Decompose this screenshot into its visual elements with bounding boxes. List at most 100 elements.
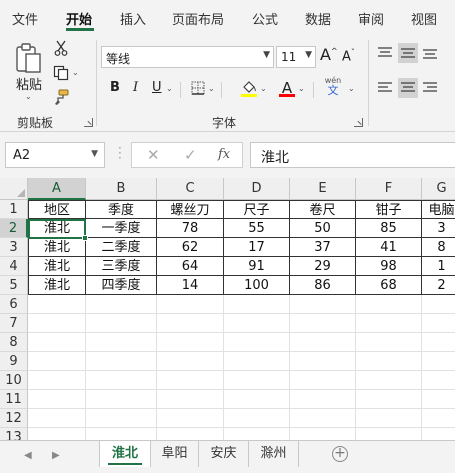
table-header-cell[interactable]: 地区 bbox=[28, 200, 86, 219]
empty-cell[interactable] bbox=[28, 352, 86, 371]
table-cell[interactable]: 8 bbox=[422, 238, 455, 257]
empty-cell[interactable] bbox=[290, 333, 356, 352]
empty-cell[interactable] bbox=[290, 295, 356, 314]
sheet-scroll-left-icon[interactable]: ◀ bbox=[24, 450, 32, 461]
cancel-icon[interactable]: ✕ bbox=[147, 146, 160, 164]
sheet-tab-fuyang[interactable]: 阜阳 bbox=[151, 441, 199, 467]
clipboard-launcher-icon[interactable] bbox=[84, 118, 93, 127]
fill-color-dropdown-icon[interactable]: ⌄ bbox=[260, 84, 267, 93]
tab-insert[interactable]: 插入 bbox=[120, 9, 146, 28]
empty-cell[interactable] bbox=[28, 333, 86, 352]
table-cell[interactable]: 四季度 bbox=[86, 276, 157, 295]
empty-cell[interactable] bbox=[28, 371, 86, 390]
font-name-select[interactable]: 等线 ▼ bbox=[101, 46, 274, 68]
column-header-a[interactable]: A bbox=[28, 178, 86, 200]
empty-cell[interactable] bbox=[356, 371, 422, 390]
empty-cell[interactable] bbox=[356, 314, 422, 333]
table-cell[interactable]: 91 bbox=[224, 257, 290, 276]
empty-cell[interactable] bbox=[422, 390, 455, 409]
bold-button[interactable]: B bbox=[110, 80, 120, 95]
empty-cell[interactable] bbox=[28, 390, 86, 409]
empty-cell[interactable] bbox=[157, 371, 224, 390]
empty-cell[interactable] bbox=[224, 428, 290, 440]
empty-cell[interactable] bbox=[224, 314, 290, 333]
row-header-11[interactable]: 11 bbox=[0, 390, 28, 409]
empty-cell[interactable] bbox=[290, 390, 356, 409]
empty-cell[interactable] bbox=[157, 390, 224, 409]
empty-cell[interactable] bbox=[157, 333, 224, 352]
empty-cell[interactable] bbox=[422, 371, 455, 390]
empty-cell[interactable] bbox=[356, 409, 422, 428]
empty-cell[interactable] bbox=[86, 409, 157, 428]
font-color-dropdown-icon[interactable]: ⌄ bbox=[298, 84, 305, 93]
borders-dropdown-icon[interactable]: ⌄ bbox=[208, 84, 215, 93]
row-header-4[interactable]: 4 bbox=[0, 257, 28, 276]
fill-color-icon[interactable] bbox=[240, 78, 258, 98]
phonetic-guide-button[interactable]: wén 文 bbox=[322, 76, 344, 97]
font-color-icon[interactable]: A bbox=[279, 77, 295, 99]
formula-bar-grip-icon[interactable]: · · · bbox=[118, 142, 122, 164]
empty-cell[interactable] bbox=[422, 295, 455, 314]
tab-page-layout[interactable]: 页面布局 bbox=[172, 9, 224, 28]
row-header-8[interactable]: 8 bbox=[0, 333, 28, 352]
row-header-2[interactable]: 2 bbox=[0, 219, 28, 238]
table-cell[interactable]: 29 bbox=[290, 257, 356, 276]
fill-handle[interactable] bbox=[82, 235, 88, 241]
row-header-1[interactable]: 1 bbox=[0, 200, 28, 219]
empty-cell[interactable] bbox=[28, 428, 86, 440]
empty-cell[interactable] bbox=[422, 409, 455, 428]
underline-dropdown-icon[interactable]: ⌄ bbox=[166, 84, 173, 93]
align-top-icon[interactable] bbox=[376, 44, 394, 62]
empty-cell[interactable] bbox=[356, 390, 422, 409]
table-header-cell[interactable]: 螺丝刀 bbox=[157, 200, 224, 219]
font-size-select[interactable]: 11 ▼ bbox=[276, 46, 316, 68]
borders-icon[interactable] bbox=[190, 80, 206, 96]
column-header-g[interactable]: G bbox=[422, 178, 455, 200]
table-cell[interactable]: 1 bbox=[422, 257, 455, 276]
table-header-cell[interactable]: 尺子 bbox=[224, 200, 290, 219]
table-cell[interactable]: 37 bbox=[290, 238, 356, 257]
table-cell[interactable]: 淮北 bbox=[28, 219, 86, 238]
copy-icon[interactable] bbox=[52, 64, 70, 82]
tab-file[interactable]: 文件 bbox=[12, 9, 38, 28]
align-left-icon[interactable] bbox=[376, 79, 394, 97]
table-header-cell[interactable]: 电脑 bbox=[422, 200, 455, 219]
empty-cell[interactable] bbox=[157, 428, 224, 440]
table-cell[interactable]: 淮北 bbox=[28, 257, 86, 276]
empty-cell[interactable] bbox=[224, 352, 290, 371]
shrink-font-button[interactable]: Aˇ bbox=[342, 48, 355, 64]
row-header-10[interactable]: 10 bbox=[0, 371, 28, 390]
column-header-c[interactable]: C bbox=[157, 178, 224, 200]
align-right-icon[interactable] bbox=[421, 79, 439, 97]
table-cell[interactable]: 50 bbox=[290, 219, 356, 238]
empty-cell[interactable] bbox=[157, 314, 224, 333]
column-header-f[interactable]: F bbox=[356, 178, 422, 200]
empty-cell[interactable] bbox=[356, 428, 422, 440]
underline-button[interactable]: U bbox=[152, 80, 162, 95]
empty-cell[interactable] bbox=[86, 295, 157, 314]
empty-cell[interactable] bbox=[86, 371, 157, 390]
row-header-3[interactable]: 3 bbox=[0, 238, 28, 257]
empty-cell[interactable] bbox=[356, 295, 422, 314]
empty-cell[interactable] bbox=[28, 314, 86, 333]
table-cell[interactable]: 2 bbox=[422, 276, 455, 295]
row-header-9[interactable]: 9 bbox=[0, 352, 28, 371]
add-sheet-icon[interactable]: + bbox=[332, 446, 348, 462]
insert-function-icon[interactable]: fx bbox=[218, 147, 230, 162]
table-cell[interactable]: 68 bbox=[356, 276, 422, 295]
tab-review[interactable]: 审阅 bbox=[358, 9, 384, 28]
column-header-e[interactable]: E bbox=[290, 178, 356, 200]
empty-cell[interactable] bbox=[290, 314, 356, 333]
spreadsheet-grid[interactable]: A B C D E F G 1 地区 季度 螺丝刀 尺子 卷尺 钳子 电脑 2 淮北 一季度 78 55 50 85 3 3 淮… bbox=[0, 178, 455, 440]
table-cell[interactable]: 62 bbox=[157, 238, 224, 257]
empty-cell[interactable] bbox=[356, 333, 422, 352]
table-cell[interactable]: 100 bbox=[224, 276, 290, 295]
table-cell[interactable]: 3 bbox=[422, 219, 455, 238]
empty-cell[interactable] bbox=[86, 314, 157, 333]
row-header-6[interactable]: 6 bbox=[0, 295, 28, 314]
row-header-12[interactable]: 12 bbox=[0, 409, 28, 428]
tab-data[interactable]: 数据 bbox=[305, 9, 331, 28]
table-cell[interactable]: 一季度 bbox=[86, 219, 157, 238]
sheet-tab-chuzhou[interactable]: 滁州 bbox=[249, 441, 299, 467]
sheet-tab-anqing[interactable]: 安庆 bbox=[199, 441, 249, 467]
